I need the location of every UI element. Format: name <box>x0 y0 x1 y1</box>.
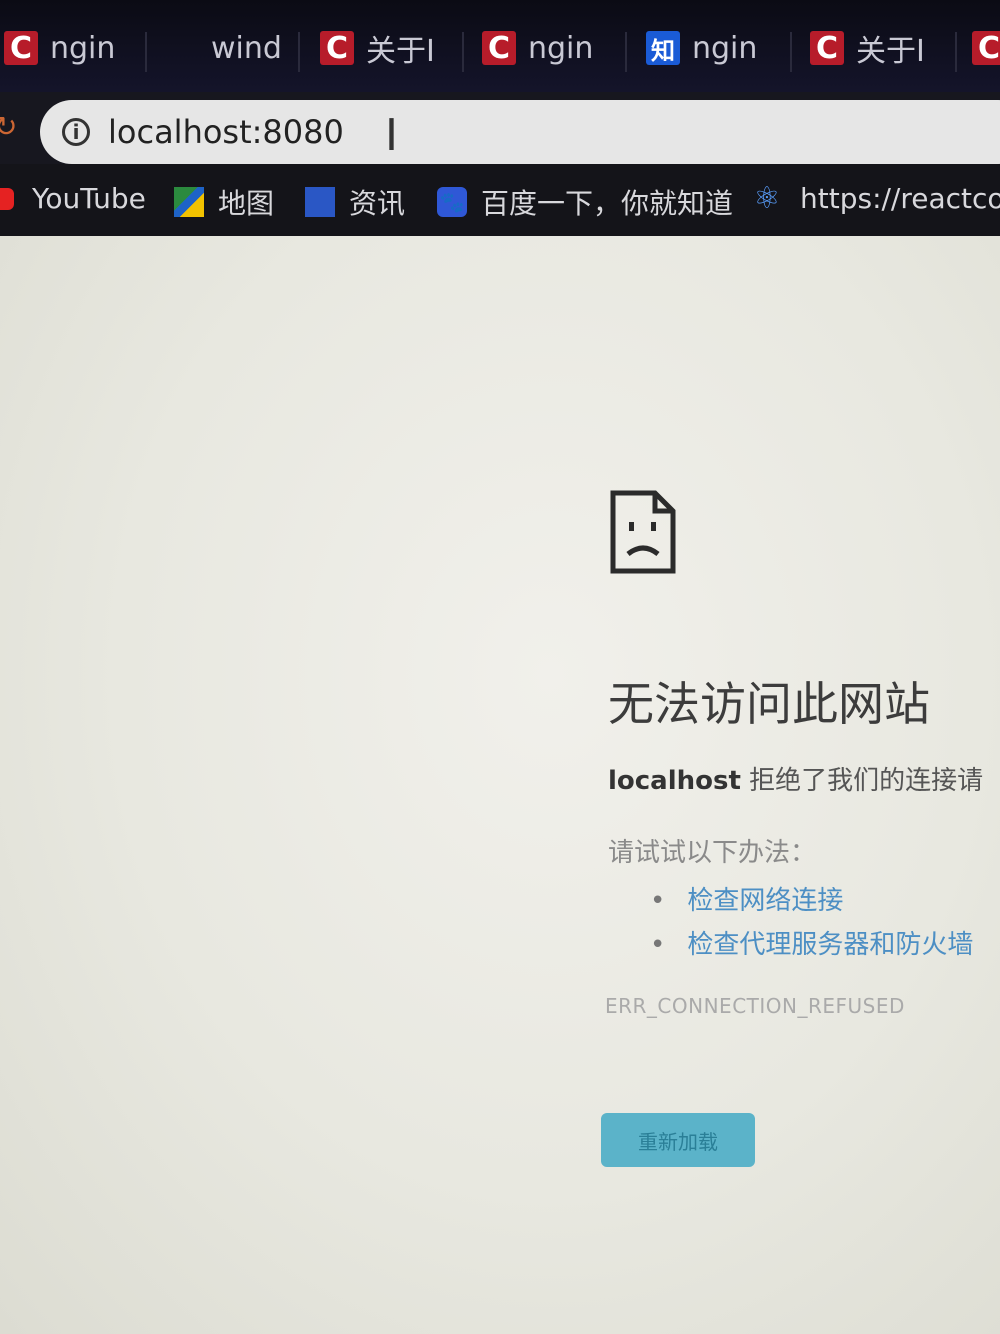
suggestion-item[interactable]: • 检查代理服务器和防火墙 <box>650 924 973 961</box>
error-code: ERR_CONNECTION_REFUSED <box>605 994 905 1018</box>
sad-page-icon <box>610 490 676 574</box>
tab-title: wind <box>211 30 282 66</box>
url-text[interactable]: localhost:8080 <box>108 113 344 151</box>
tab-1[interactable]: C ngin <box>4 18 134 78</box>
tab-title: ngin <box>528 30 594 66</box>
react-icon: ⚛ <box>753 180 781 216</box>
bookmark-react[interactable]: ⚛ https://reactcom <box>752 182 1000 215</box>
error-host: localhost <box>608 766 741 796</box>
blank-favicon <box>165 31 199 65</box>
tab-7[interactable]: C <box>972 18 1000 78</box>
csdn-c-icon: C <box>972 31 1000 66</box>
address-bar[interactable]: i localhost:8080 I <box>40 100 1000 164</box>
suggestions-heading: 请试试以下办法： <box>608 838 817 868</box>
suggestion-link[interactable]: 检查代理服务器和防火墙 <box>687 930 973 960</box>
bookmark-label: 地图 <box>218 187 275 220</box>
tab-5[interactable]: 知 ngin <box>646 18 776 78</box>
bookmark-baidu[interactable]: 🐾 百度一下，你就知道 <box>437 182 733 222</box>
tab-separator <box>298 32 300 72</box>
tab-separator <box>462 32 464 72</box>
suggestion-link[interactable]: 检查网络连接 <box>687 886 843 916</box>
zhihu-icon: 知 <box>646 31 680 65</box>
error-message: 拒绝了我们的连接请 <box>740 766 984 796</box>
reload-icon[interactable]: ↻ <box>0 110 17 146</box>
bookmark-youtube[interactable]: YouTube <box>0 182 146 215</box>
error-title: 无法访问此网站 <box>608 677 930 731</box>
text-cursor-icon: I <box>385 110 398 161</box>
tab-separator <box>790 32 792 72</box>
bookmark-news[interactable]: 资讯 <box>305 182 405 222</box>
reload-button[interactable]: 重新加载 <box>601 1113 755 1167</box>
tab-4[interactable]: C ngin <box>482 18 602 78</box>
bullet-icon: • <box>650 930 666 960</box>
bookmark-label: 资讯 <box>349 187 406 220</box>
bookmark-maps[interactable]: 地图 <box>174 182 274 222</box>
csdn-c-icon: C <box>810 31 844 66</box>
tab-title: 关于I <box>366 34 435 69</box>
toolbar: ↻ i localhost:8080 I <box>0 92 1000 164</box>
tab-strip: C ngin wind C 关于I C ngin 知 ngin C 关于I C <box>0 0 1000 92</box>
bookmark-label: 百度一下，你就知道 <box>481 187 734 220</box>
bookmark-label: YouTube <box>32 182 146 215</box>
baidu-icon: 🐾 <box>437 187 467 217</box>
csdn-c-icon: C <box>482 31 516 66</box>
bookmark-label: https://reactcom <box>800 182 1000 215</box>
tab-2[interactable]: wind <box>165 18 285 78</box>
tab-title: 关于I <box>856 34 925 69</box>
info-icon[interactable]: i <box>62 118 90 146</box>
tab-separator <box>145 32 147 72</box>
tab-3[interactable]: C 关于I <box>320 18 440 78</box>
tab-separator <box>625 32 627 72</box>
youtube-icon <box>0 187 14 210</box>
csdn-c-icon: C <box>4 31 38 66</box>
maps-icon <box>174 187 204 217</box>
tab-separator <box>955 32 957 72</box>
csdn-c-icon: C <box>320 31 354 66</box>
error-description: localhost 拒绝了我们的连接请 <box>608 760 983 797</box>
bullet-icon: • <box>650 886 666 916</box>
news-icon <box>305 187 335 217</box>
tab-title: ngin <box>50 30 116 66</box>
tab-6[interactable]: C 关于I <box>810 18 935 78</box>
suggestion-item[interactable]: • 检查网络连接 <box>650 880 843 917</box>
tab-title: ngin <box>692 30 758 66</box>
